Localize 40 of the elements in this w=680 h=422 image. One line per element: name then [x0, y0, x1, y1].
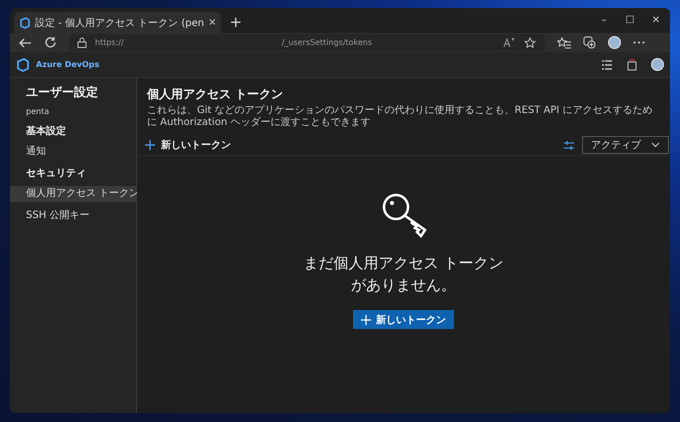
profile-avatar[interactable]	[608, 36, 621, 49]
plus-icon	[361, 314, 371, 324]
user-avatar[interactable]	[651, 58, 664, 71]
close-tab-button[interactable]: ×	[208, 17, 216, 28]
user-name: penta	[25, 107, 50, 116]
back-icon[interactable]	[18, 36, 32, 48]
lock-icon	[77, 37, 87, 48]
key-icon	[380, 192, 426, 238]
new-token-button[interactable]: 新しいトークン	[353, 310, 454, 329]
window-control-button[interactable]: ☐	[618, 10, 642, 32]
browser-tab[interactable]: 設定 - 個人用アクセス トークン (pen ×	[14, 12, 222, 33]
window-control-button[interactable]: ✕	[644, 10, 668, 32]
section-heading: セキュリティ	[25, 167, 87, 180]
shopping-bag-icon[interactable]	[627, 58, 637, 70]
status-dropdown[interactable]: アクティブ	[582, 136, 669, 154]
plus-icon	[145, 140, 155, 150]
sidebar-title: ユーザー設定	[25, 84, 99, 101]
page-description: これらは、Git などのアプリケーションのパスワードの代わりに使用することも、REST API にアクセスするために Authorization ヘッダーに渡すこともできます	[146, 104, 654, 129]
new-token-button[interactable]: 新しいトークン	[145, 138, 231, 152]
new-tab-button[interactable]: +	[229, 14, 242, 31]
chevron-down-icon	[651, 142, 660, 148]
address-bar[interactable]: https:// /_usersSettings/tokens	[69, 34, 545, 51]
collections-icon[interactable]	[583, 36, 596, 49]
sidebar-item[interactable]: SSH 公開キー	[10, 208, 136, 224]
refresh-icon[interactable]	[44, 36, 57, 49]
list-icon[interactable]	[601, 60, 613, 70]
url-scheme: https://	[95, 38, 124, 47]
favorites-icon[interactable]	[557, 36, 571, 48]
tab-title: 設定 - 個人用アクセス トークン (pen	[35, 16, 204, 30]
devops-logo-icon[interactable]	[16, 58, 30, 72]
page-title: 個人用アクセス トークン	[146, 86, 284, 103]
filter-icon[interactable]	[564, 140, 574, 150]
section-heading: 基本設定	[25, 124, 67, 138]
sidebar-item[interactable]: 通知	[10, 144, 136, 160]
window-control-button[interactable]: –	[592, 10, 616, 32]
star-icon[interactable]	[524, 36, 537, 48]
brand-name[interactable]: Azure DevOps	[36, 60, 100, 69]
empty-state-message: まだ個人用アクセス トークンがありません。	[304, 253, 504, 296]
url-path: /_usersSettings/tokens	[282, 38, 372, 47]
read-aloud-icon[interactable]	[503, 37, 516, 48]
